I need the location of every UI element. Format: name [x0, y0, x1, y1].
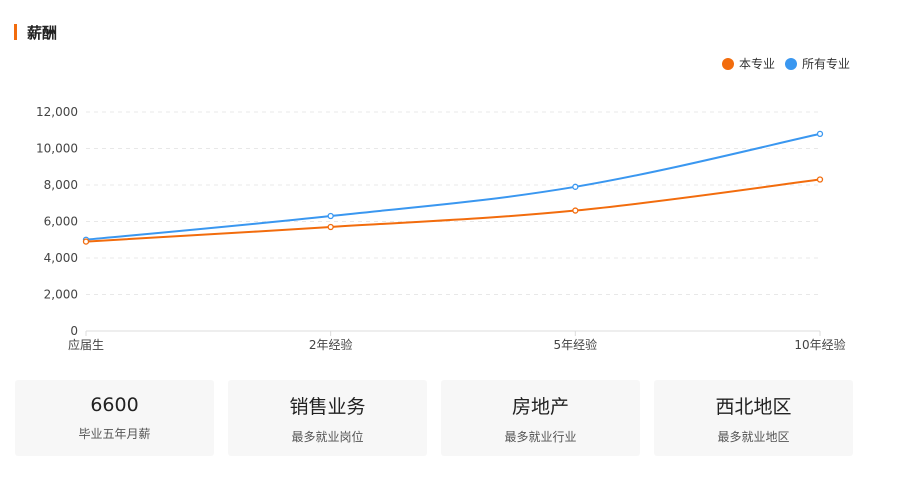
x-tick-label: 2年经验 — [309, 337, 353, 352]
stat-card-position: 销售业务 最多就业岗位 — [228, 380, 427, 456]
stat-cards: 6600 毕业五年月薪 销售业务 最多就业岗位 房地产 最多就业行业 西北地区 … — [15, 380, 853, 456]
stat-card-industry: 房地产 最多就业行业 — [441, 380, 640, 456]
stat-card-salary: 6600 毕业五年月薪 — [15, 380, 214, 456]
stat-label: 最多就业岗位 — [291, 429, 364, 444]
y-tick-label: 12,000 — [36, 105, 78, 119]
y-tick-label: 2,000 — [44, 288, 78, 302]
data-point — [327, 223, 334, 231]
stat-value: 西北地区 — [715, 395, 792, 418]
data-point — [572, 207, 579, 214]
x-tick-label: 5年经验 — [554, 337, 598, 352]
x-tick-label: 应届生 — [68, 337, 104, 352]
y-tick-label: 6,000 — [44, 215, 78, 229]
data-point — [572, 183, 579, 190]
data-point — [816, 130, 824, 138]
stat-card-region: 西北地区 最多就业地区 — [654, 380, 853, 456]
data-point — [327, 212, 334, 220]
y-tick-label: 4,000 — [44, 251, 78, 265]
stat-value: 房地产 — [511, 395, 569, 418]
x-tick-label: 10年经验 — [794, 337, 845, 352]
stat-value: 6600 — [90, 394, 139, 416]
stat-value: 销售业务 — [289, 395, 366, 418]
data-point — [816, 176, 824, 183]
salary-line-chart: 0 2,000 4,000 6,000 8,000 10,000 12,000 应届生 2年经验… — [36, 105, 846, 352]
data-point — [82, 238, 90, 245]
y-tick-label: 0 — [70, 324, 78, 338]
y-tick-label: 8,000 — [44, 178, 78, 192]
series-line — [85, 178, 821, 243]
stat-label: 最多就业行业 — [504, 429, 577, 444]
stat-label: 最多就业地区 — [717, 429, 790, 444]
y-tick-label: 10,000 — [36, 142, 78, 156]
stat-label: 毕业五年月薪 — [78, 427, 151, 441]
series-line — [85, 132, 821, 241]
